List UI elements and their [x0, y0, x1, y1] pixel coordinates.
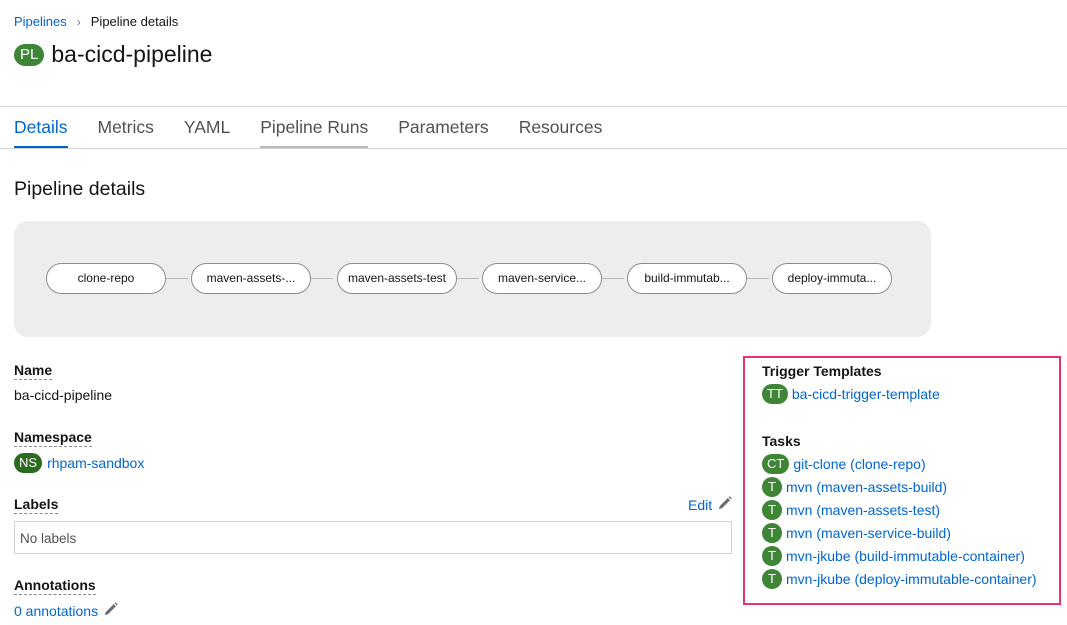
breadcrumb-current: Pipeline details — [90, 14, 179, 29]
task-badge: T — [762, 500, 782, 520]
graph-node-maven-service-build[interactable]: maven-service... — [482, 263, 602, 294]
graph-connector — [747, 278, 769, 279]
graph-connector — [457, 278, 479, 279]
task-item[interactable]: T mvn-jkube (build-immutable-container) — [762, 546, 1025, 566]
labels-label: Labels — [14, 496, 59, 514]
graph-connector — [602, 278, 624, 279]
task-item[interactable]: T mvn (maven-assets-test) — [762, 500, 940, 520]
section-title: Pipeline details — [14, 178, 146, 200]
namespace-link[interactable]: rhpam-sandbox — [47, 455, 144, 471]
graph-node-build-immutable[interactable]: build-immutab... — [627, 263, 747, 294]
name-value: ba-cicd-pipeline — [14, 387, 113, 403]
graph-node-maven-assets-build[interactable]: maven-assets-... — [191, 263, 311, 294]
namespace-label: Namespace — [14, 429, 92, 447]
task-item[interactable]: T mvn (maven-assets-build) — [762, 477, 947, 497]
page-title: ba-cicd-pipeline — [51, 41, 213, 67]
tab-resources[interactable]: Resources — [519, 106, 603, 149]
graph-connector — [311, 278, 333, 279]
graph-node-deploy-immutable[interactable]: deploy-immuta... — [772, 263, 892, 294]
task-link[interactable]: mvn-jkube (build-immutable-container) — [786, 548, 1025, 564]
task-badge: CT — [762, 454, 790, 474]
task-badge: T — [762, 523, 782, 543]
trigger-template-link[interactable]: ba-cicd-trigger-template — [792, 386, 940, 402]
task-link[interactable]: git-clone (clone-repo) — [793, 456, 925, 472]
trigger-templates-label: Trigger Templates — [762, 363, 882, 379]
pencil-icon — [104, 602, 118, 619]
breadcrumb: Pipelines › Pipeline details — [14, 14, 178, 29]
breadcrumb-pipelines-link[interactable]: Pipelines — [14, 14, 67, 29]
pipeline-graph: clone-repo maven-assets-... maven-assets… — [14, 221, 931, 337]
trigger-template-item[interactable]: TT ba-cicd-trigger-template — [762, 384, 940, 404]
trigger-template-badge: TT — [762, 384, 788, 404]
page-header: PL ba-cicd-pipeline — [14, 41, 212, 68]
annotations-link: 0 annotations — [14, 602, 99, 619]
task-link[interactable]: mvn (maven-assets-build) — [786, 479, 947, 495]
labels-edit-button[interactable]: Edit — [688, 496, 732, 513]
labels-edit-label: Edit — [688, 496, 713, 513]
chevron-right-icon: › — [76, 14, 81, 29]
task-item[interactable]: T mvn (maven-service-build) — [762, 523, 951, 543]
graph-node-clone-repo[interactable]: clone-repo — [46, 263, 166, 294]
task-badge: T — [762, 477, 782, 497]
tab-yaml[interactable]: YAML — [184, 106, 230, 149]
task-item[interactable]: T mvn-jkube (deploy-immutable-container) — [762, 569, 1037, 589]
graph-node-maven-assets-test[interactable]: maven-assets-test — [337, 263, 457, 294]
pencil-icon — [718, 496, 732, 513]
task-link[interactable]: mvn (maven-assets-test) — [786, 502, 940, 518]
task-link[interactable]: mvn-jkube (deploy-immutable-container) — [786, 571, 1037, 587]
task-badge: T — [762, 546, 782, 566]
task-badge: T — [762, 569, 782, 589]
tabs-bottom-divider — [0, 148, 1067, 149]
annotations-label: Annotations — [14, 577, 96, 595]
tab-details[interactable]: Details — [14, 106, 68, 149]
namespace-badge: NS — [14, 453, 43, 473]
name-label: Name — [14, 362, 53, 380]
namespace-row: NS rhpam-sandbox — [14, 453, 144, 473]
annotations-edit-button[interactable]: 0 annotations — [14, 602, 118, 619]
labels-box[interactable]: No labels — [14, 521, 732, 554]
tab-parameters[interactable]: Parameters — [398, 106, 488, 149]
task-item[interactable]: CT git-clone (clone-repo) — [762, 454, 926, 474]
tasks-label: Tasks — [762, 433, 801, 449]
tab-metrics[interactable]: Metrics — [98, 106, 154, 149]
tab-pipeline-runs[interactable]: Pipeline Runs — [260, 106, 368, 149]
task-link[interactable]: mvn (maven-service-build) — [786, 525, 951, 541]
tab-bar: Details Metrics YAML Pipeline Runs Param… — [14, 106, 632, 149]
pipeline-badge: PL — [14, 43, 45, 66]
graph-connector — [166, 278, 188, 279]
